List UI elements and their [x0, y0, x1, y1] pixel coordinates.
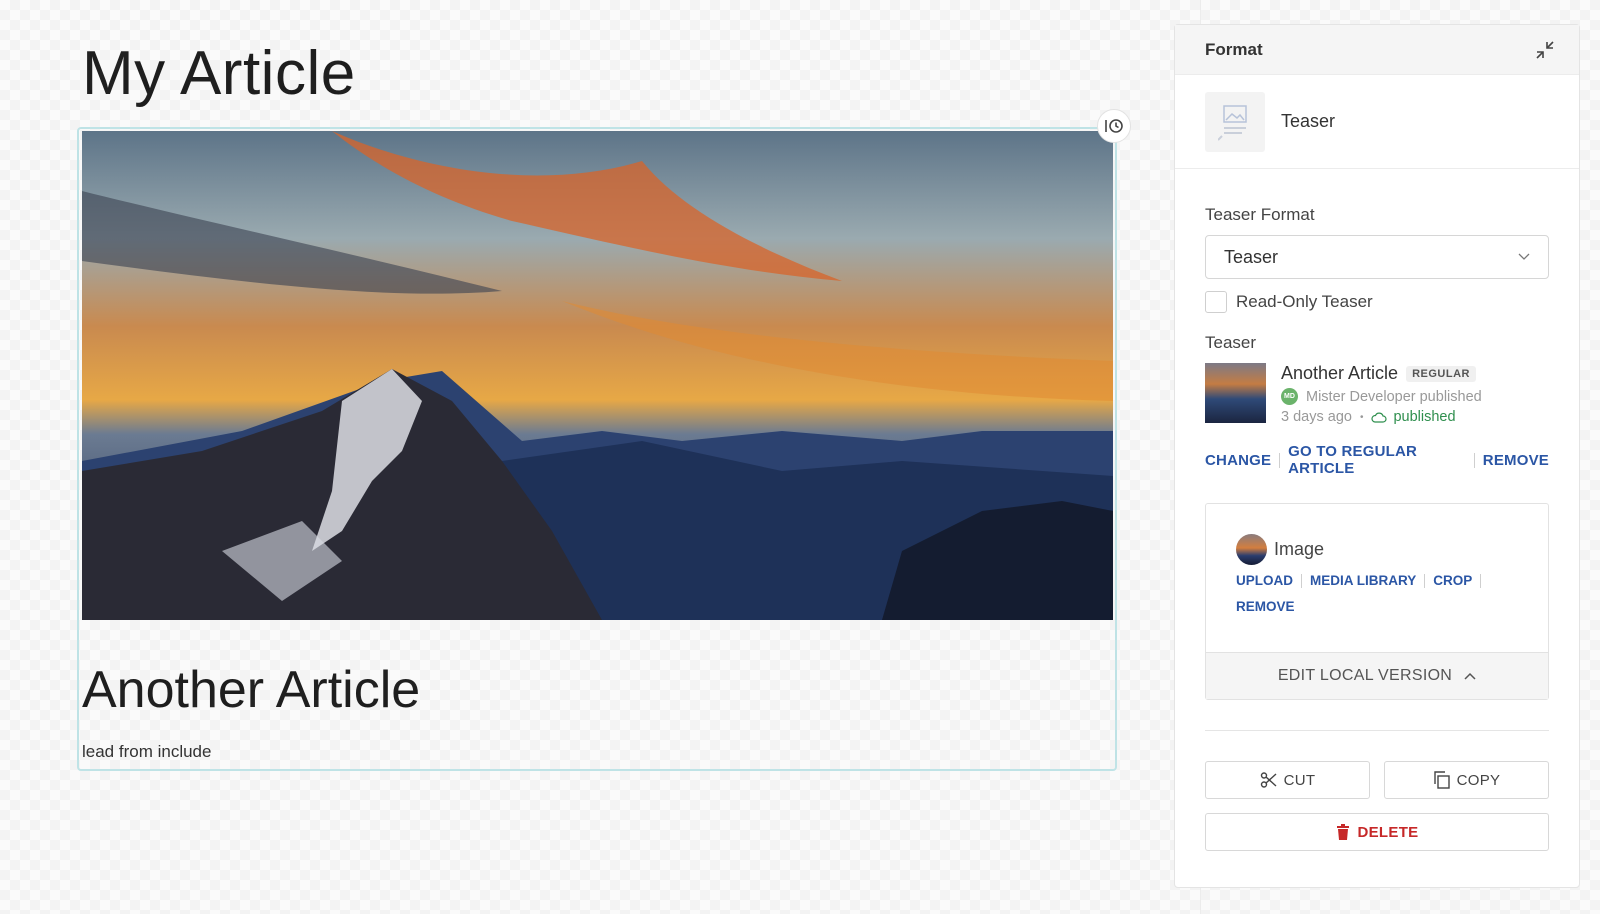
- media-library-link[interactable]: MEDIA LIBRARY: [1310, 573, 1416, 588]
- teaser-label: Teaser: [1205, 333, 1257, 352]
- image-section: Image UPLOAD MEDIA LIBRARY CROP REMOVE: [1206, 504, 1548, 652]
- delete-button[interactable]: DELETE: [1205, 813, 1549, 851]
- image-box: Image UPLOAD MEDIA LIBRARY CROP REMOVE E…: [1205, 503, 1549, 700]
- cut-button[interactable]: CUT: [1205, 761, 1370, 799]
- mountain-sunset-image: [82, 131, 1113, 620]
- editor-canvas: My Article Another Article lead from inc…: [0, 0, 1200, 914]
- panel-header: Format: [1175, 25, 1579, 75]
- edit-local-version-button[interactable]: EDIT LOCAL VERSION: [1206, 652, 1548, 699]
- teaser-format-icon: [1205, 91, 1265, 152]
- image-thumbnail: [1236, 534, 1267, 565]
- chevron-down-icon: [1518, 253, 1530, 260]
- upload-link[interactable]: UPLOAD: [1236, 573, 1293, 588]
- separator: [1279, 452, 1281, 468]
- separator: [1473, 452, 1475, 468]
- reference-author-line: MD Mister Developer published: [1281, 388, 1482, 405]
- copy-button[interactable]: COPY: [1384, 761, 1549, 799]
- panel-divider: [1205, 730, 1549, 731]
- go-to-regular-article-link[interactable]: GO TO REGULAR ARTICLE: [1288, 443, 1466, 477]
- delete-label: DELETE: [1357, 823, 1419, 841]
- separator: [1424, 573, 1426, 588]
- teaser-actions: CHANGE GO TO REGULAR ARTICLE REMOVE: [1205, 443, 1549, 477]
- image-actions: UPLOAD MEDIA LIBRARY CROP: [1236, 573, 1518, 588]
- crop-link[interactable]: CROP: [1433, 573, 1472, 588]
- image-header: Image: [1236, 534, 1518, 565]
- dot-separator: •: [1359, 411, 1364, 423]
- trash-icon: [1336, 824, 1349, 840]
- change-link[interactable]: CHANGE: [1205, 452, 1271, 469]
- teaser-format-label: Teaser Format: [1205, 205, 1315, 224]
- separator: [1301, 573, 1302, 588]
- reference-status-line: 3 days ago • published: [1281, 409, 1482, 425]
- author-avatar: MD: [1281, 388, 1298, 405]
- clipboard-actions: CUT COPY: [1205, 761, 1549, 799]
- readonly-teaser-checkbox[interactable]: [1205, 291, 1227, 313]
- teaser-image[interactable]: [82, 131, 1113, 620]
- reference-time: 3 days ago: [1281, 409, 1352, 425]
- cloud-icon: [1371, 412, 1387, 423]
- teaser-lead[interactable]: lead from include: [82, 742, 211, 762]
- page-title[interactable]: My Article: [82, 38, 356, 109]
- format-name: Teaser: [1281, 111, 1336, 131]
- remove-image-link[interactable]: REMOVE: [1236, 599, 1295, 614]
- collapse-icon[interactable]: [1535, 40, 1555, 60]
- image-actions-row-2: REMOVE: [1236, 598, 1518, 616]
- readonly-teaser-row[interactable]: Read-Only Teaser: [1205, 291, 1549, 313]
- panel-body: Teaser Format Teaser Read-Only Teaser Te…: [1175, 205, 1579, 851]
- separator: [1480, 573, 1482, 588]
- history-icon: [1105, 119, 1123, 133]
- chevron-up-icon: [1464, 672, 1476, 680]
- reference-badge: REGULAR: [1406, 365, 1476, 382]
- reference-thumbnail: [1205, 363, 1266, 423]
- readonly-teaser-label: Read-Only Teaser: [1236, 292, 1373, 311]
- teaser-reference: Another Article REGULAR MD Mister Develo…: [1205, 363, 1549, 425]
- reference-title[interactable]: Another Article: [1281, 363, 1398, 384]
- format-summary: Teaser: [1175, 75, 1579, 169]
- remove-teaser-link[interactable]: REMOVE: [1483, 452, 1549, 469]
- history-button[interactable]: [1097, 109, 1131, 143]
- reference-status: published: [1393, 409, 1456, 425]
- edit-local-version-label: EDIT LOCAL VERSION: [1277, 667, 1453, 684]
- format-panel: Format Teaser Teaser Format Teaser Read-…: [1174, 24, 1580, 888]
- scissors-icon: [1260, 772, 1277, 788]
- copy-icon: [1433, 771, 1450, 789]
- image-label: Image: [1274, 539, 1325, 559]
- copy-label: COPY: [1456, 771, 1501, 789]
- reference-author: Mister Developer published: [1306, 388, 1482, 405]
- teaser-format-value: Teaser: [1224, 246, 1279, 267]
- teaser-title[interactable]: Another Article: [82, 660, 420, 720]
- panel-title: Format: [1205, 39, 1263, 59]
- cut-label: CUT: [1283, 771, 1316, 789]
- teaser-format-select[interactable]: Teaser: [1205, 235, 1549, 279]
